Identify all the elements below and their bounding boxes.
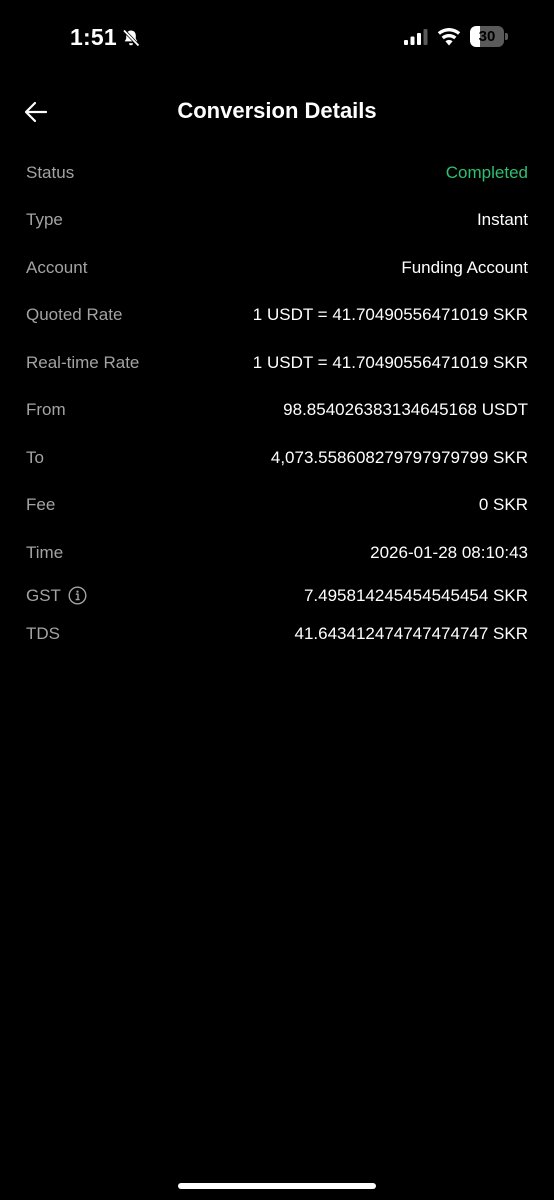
- detail-row-account: Account Funding Account: [26, 244, 528, 292]
- detail-label: To: [26, 447, 44, 467]
- detail-row-fee: Fee 0 SKR: [26, 482, 528, 530]
- detail-row-gst: GST 7.495814245454545454 SKR: [26, 577, 528, 615]
- from-value: 98.854026383134645168 USDT: [283, 400, 528, 420]
- detail-row-type: Type Instant: [26, 197, 528, 245]
- detail-label: Type: [26, 210, 63, 230]
- detail-label: Fee: [26, 495, 56, 515]
- header: Conversion Details: [0, 88, 554, 136]
- status-bar-time: 1:51: [70, 24, 117, 50]
- detail-row-from: From 98.854026383134645168 USDT: [26, 387, 528, 435]
- type-value: Instant: [476, 210, 528, 230]
- detail-row-real-time-rate: Real-time Rate 1 USDT = 41.7049055647101…: [26, 339, 528, 387]
- status-value: Completed: [445, 162, 528, 182]
- tds-value: 41.643412474747474747 SKR: [294, 623, 529, 643]
- detail-row-status: Status Completed: [26, 149, 528, 197]
- detail-label: From: [26, 400, 66, 420]
- detail-label: TDS: [26, 623, 60, 643]
- battery-icon: 30: [470, 26, 508, 47]
- detail-row-to: To 4,073.558608279797979799 SKR: [26, 434, 528, 482]
- real-time-rate-value: 1 USDT = 41.70490556471019 SKR: [252, 352, 528, 372]
- detail-label: Status: [26, 162, 75, 182]
- info-icon[interactable]: [68, 586, 87, 605]
- time-value: 2026-01-28 08:10:43: [370, 542, 528, 562]
- battery-level: 30: [478, 28, 496, 45]
- detail-label: Account: [26, 257, 88, 277]
- gst-value: 7.495814245454545454 SKR: [303, 585, 528, 605]
- account-value: Funding Account: [401, 257, 528, 277]
- status-bar-time-group: 1:51: [70, 24, 141, 51]
- detail-label: Real-time Rate: [26, 352, 140, 372]
- fee-value: 0 SKR: [478, 495, 528, 515]
- status-bar-indicators: 30: [404, 26, 508, 47]
- detail-label: Quoted Rate: [26, 305, 123, 325]
- detail-row-quoted-rate: Quoted Rate 1 USDT = 41.70490556471019 S…: [26, 292, 528, 340]
- battery-nub: [505, 33, 508, 40]
- bell-slash-icon: [121, 28, 141, 48]
- battery-body: 30: [470, 26, 504, 47]
- gst-label-text: GST: [26, 585, 61, 605]
- to-value: 4,073.558608279797979799 SKR: [270, 447, 528, 467]
- detail-label-gst: GST: [26, 586, 87, 606]
- conversion-details-list: Status Completed Type Instant Account Fu…: [26, 149, 528, 653]
- page-title: Conversion Details: [177, 98, 377, 123]
- status-bar: 1:51 30: [0, 0, 554, 76]
- detail-row-time: Time 2026-01-28 08:10:43: [26, 529, 528, 577]
- detail-label: Time: [26, 542, 64, 562]
- detail-row-tds: TDS 41.643412474747474747 SKR: [26, 615, 528, 653]
- quoted-rate-value: 1 USDT = 41.70490556471019 SKR: [252, 305, 528, 325]
- wifi-icon: [437, 27, 461, 46]
- home-indicator[interactable]: [178, 1183, 376, 1189]
- cellular-signal-icon: [404, 28, 428, 45]
